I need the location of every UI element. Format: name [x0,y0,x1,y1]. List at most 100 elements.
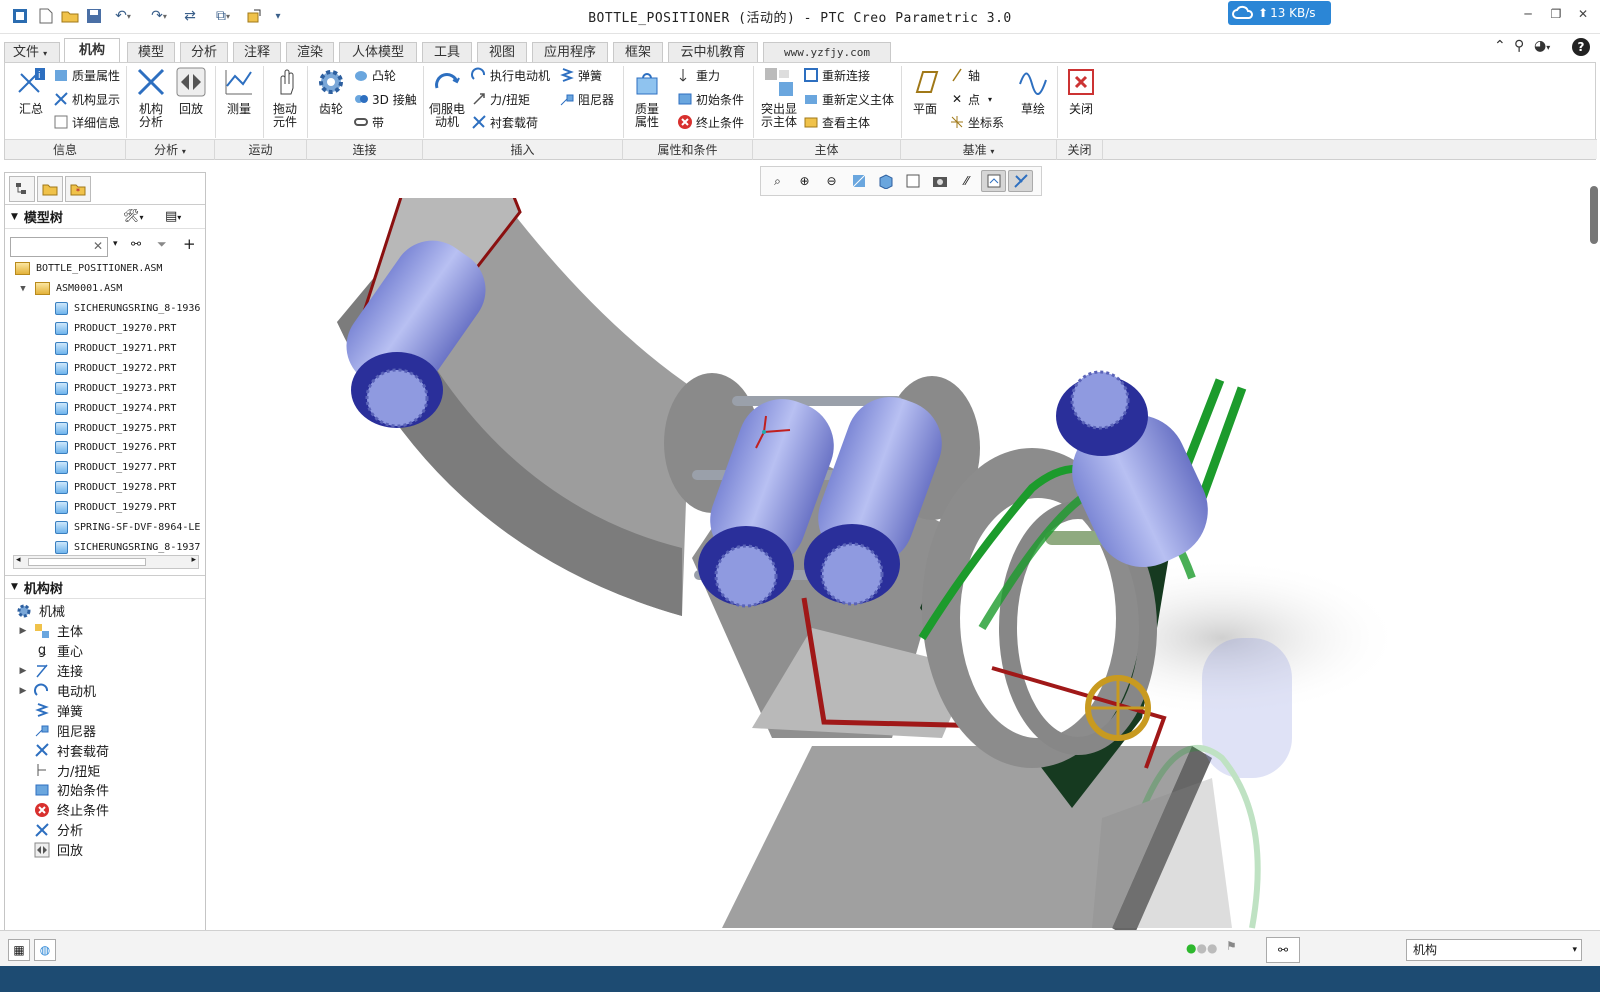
scroll-right-icon[interactable]: ▸ [191,555,196,565]
playback-button[interactable]: 回放 [169,65,213,116]
datum-display-icon[interactable]: ⁄⁄ [954,170,979,192]
mech-tree-item[interactable]: 力/扭矩 [5,760,205,780]
mech-tree-item[interactable]: ▶ 连接 [5,661,205,681]
scroll-left-icon[interactable]: ◂ [16,555,21,565]
tree-part-row[interactable]: PRODUCT_19274.PRT [5,398,205,418]
view-bodies-button[interactable]: 查看主体 [803,112,870,132]
expand-icon[interactable]: ▶ [17,686,29,696]
tab-analysis[interactable]: 分析 [180,42,228,62]
tab-website[interactable]: www.yzfjy.com [763,42,891,62]
graphics-window[interactable] [212,190,1552,940]
tab-mechanism[interactable]: 机构 [64,38,120,62]
axis-button[interactable]: 轴 [949,65,980,85]
restore-button[interactable]: ❐ [1545,7,1567,25]
help-icon[interactable]: ? [1572,38,1590,56]
point-button[interactable]: ✕ 点 ▾ [949,89,992,109]
refit-icon[interactable]: ⌕ [765,170,790,192]
mech-tree-item[interactable]: ǥ 重心 [5,641,205,661]
highlight-bodies-button[interactable]: 突出显 示主体 [757,65,801,129]
mass-props-button[interactable]: 质量属性 [53,65,120,85]
mech-tree-item[interactable]: 阻尼器 [5,720,205,740]
tree-root-row[interactable]: BOTTLE_POSITIONER.ASM [5,259,205,279]
tree-part-row[interactable]: PRODUCT_19276.PRT [5,438,205,458]
tree-part-row[interactable]: SICHERUNGSRING_8-1936 [5,299,205,319]
mech-tree-item[interactable]: ▶ 主体 [5,621,205,641]
bushing-load-button[interactable]: 衬套载荷 [471,112,538,132]
exec-motor-button[interactable]: 执行电动机 [471,65,550,85]
spring-button[interactable]: 弹簧 [559,65,602,85]
tab-model[interactable]: 模型 [127,42,175,62]
tree-settings-icon[interactable]: 🛠▾ [123,209,144,224]
tree-part-row[interactable]: PRODUCT_19277.PRT [5,458,205,478]
gravity-button[interactable]: 重力 [677,65,720,85]
tab-annotate[interactable]: 注释 [233,42,281,62]
mech-tree-root[interactable]: 机械 [5,601,205,621]
flag-icon[interactable]: ⚑ [1226,939,1237,953]
tree-part-row[interactable]: PRODUCT_19278.PRT [5,478,205,498]
drag-components-button[interactable]: 拖动 元件 [263,65,307,129]
find-icon[interactable]: ⚯ [131,237,141,251]
tree-part-row[interactable]: PRODUCT_19279.PRT [5,498,205,518]
group-analysis[interactable]: 分析 ▾ [126,140,215,160]
mech-tree-item[interactable]: 终止条件 [5,800,205,820]
tab-view[interactable]: 视图 [477,42,527,62]
tree-horizontal-scrollbar[interactable]: ◂ ▸ [13,555,199,569]
mech-display-toggle-icon[interactable] [1008,170,1033,192]
gear-button[interactable]: 齿轮 [309,65,353,116]
minimize-button[interactable]: ─ [1517,7,1539,25]
mass-properties-button[interactable]: 质量 属性 [625,65,669,129]
details-button[interactable]: 详细信息 [53,112,120,132]
tab-applications[interactable]: 应用程序 [532,42,608,62]
tree-part-row[interactable]: PRODUCT_19275.PRT [5,418,205,438]
mech-tree-item[interactable]: 衬套载荷 [5,740,205,760]
damper-button[interactable]: 阻尼器 [559,89,614,109]
display-style-icon[interactable] [873,170,898,192]
selection-filter-select[interactable]: 机构 ▾ [1406,939,1582,961]
scroll-thumb[interactable] [28,558,146,566]
favorites-tab-icon[interactable]: * [65,176,91,202]
tab-manikin[interactable]: 人体模型 [339,42,417,62]
expand-icon[interactable]: ▶ [17,626,29,636]
mech-analysis-button[interactable]: 机构 分析 [129,65,173,129]
cam-button[interactable]: 凸轮 [353,65,396,85]
find-binoculars-icon[interactable]: ⚯ [1266,937,1300,963]
tree-asm-row[interactable]: ▼ ASM0001.ASM [5,279,205,299]
mech-tree-item[interactable]: 初始条件 [5,780,205,800]
termination-conditions-button[interactable]: 终止条件 [677,112,744,132]
measure-button[interactable]: 测量 [217,65,261,116]
plane-button[interactable]: 平面 [903,65,947,116]
belt-button[interactable]: 带 [353,112,384,132]
servo-motor-button[interactable]: 伺服电 动机 [425,65,469,129]
add-icon[interactable]: + [183,235,196,253]
repaint-icon[interactable] [846,170,871,192]
zoom-in-icon[interactable]: ⊕ [792,170,817,192]
filter-icon[interactable]: ⏷ [157,237,167,252]
tree-part-row[interactable]: PRODUCT_19270.PRT [5,319,205,339]
tab-file[interactable]: 文件 ▾ [4,42,60,62]
browser-icon[interactable]: ◍ [34,939,56,961]
community-icon[interactable]: ◕▾ [1534,38,1550,58]
mech-tree-header[interactable]: ▼ 机构树 [5,575,205,599]
clear-search-icon[interactable]: ✕ [93,239,103,253]
collapse-ribbon-icon[interactable]: ⌃ [1494,38,1506,58]
sketch-button[interactable]: 草绘 [1011,65,1055,116]
search-icon[interactable]: ⚲ [1514,38,1524,58]
mech-tree-item[interactable]: ▶ 电动机 [5,681,205,701]
close-button[interactable]: ✕ [1572,7,1594,25]
annotation-display-icon[interactable] [981,170,1006,192]
tab-cloud-edu[interactable]: 云中机教育 [668,42,758,62]
group-datum[interactable]: 基准 ▾ [901,140,1057,160]
viewport-scroll-indicator[interactable] [1590,186,1598,244]
model-tree-tab-icon[interactable] [9,176,35,202]
saved-orientations-icon[interactable] [900,170,925,192]
contact-3d-button[interactable]: 3D 接触 [353,89,417,109]
mech-tree-item[interactable]: 分析 [5,820,205,840]
tree-search-input[interactable]: ✕ [10,237,108,257]
search-dropdown-icon[interactable]: ▾ [113,239,118,249]
model-tree-header[interactable]: ▼ 模型树 🛠▾ ▤▾ [5,205,205,229]
tree-part-row[interactable]: PRODUCT_19272.PRT [5,358,205,378]
expand-icon[interactable]: ▶ [17,666,29,676]
tab-tools[interactable]: 工具 [422,42,472,62]
redefine-bodies-button[interactable]: 重新定义主体 [803,89,894,109]
expand-icon[interactable]: ▼ [17,284,29,294]
